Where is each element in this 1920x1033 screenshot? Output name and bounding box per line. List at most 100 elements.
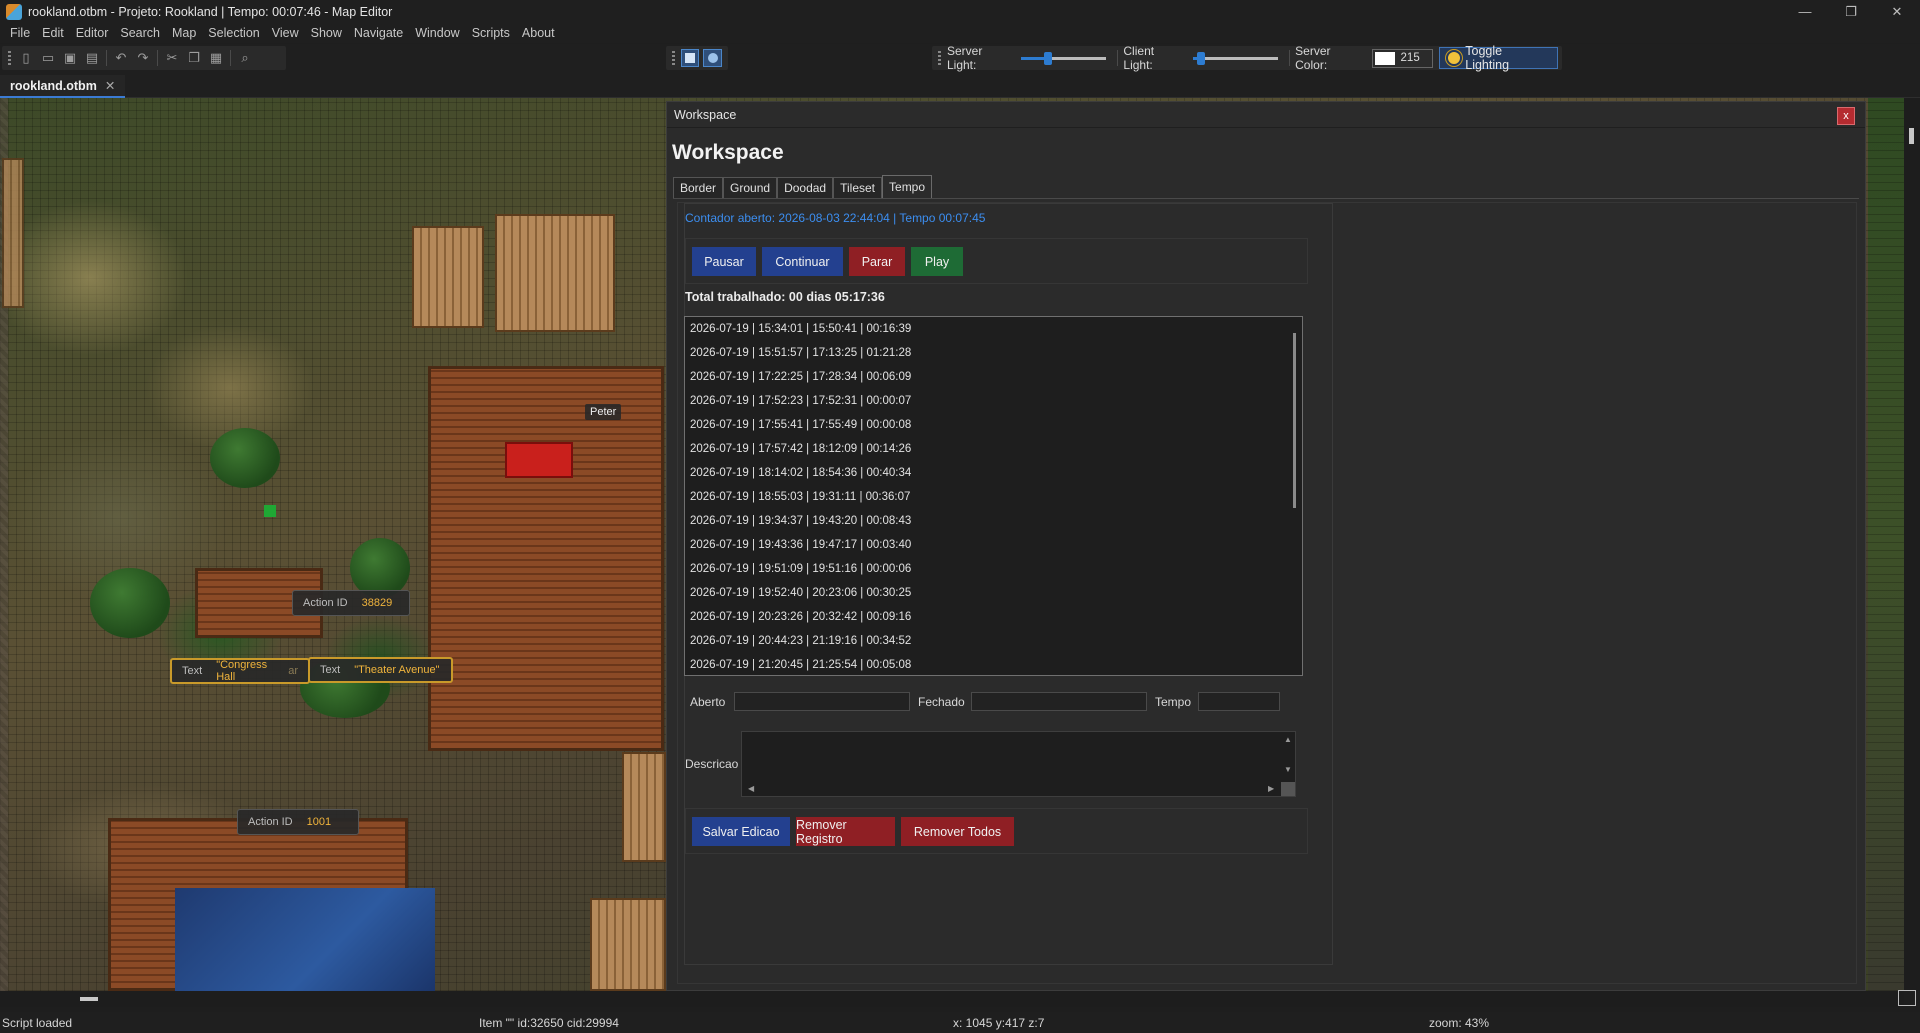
menu-about[interactable]: About — [516, 26, 561, 40]
toolbar-grip[interactable] — [8, 51, 11, 65]
action-id-tag[interactable]: Action ID 38829 — [292, 590, 410, 616]
tab-tempo[interactable]: Tempo — [882, 175, 933, 198]
menu-scripts[interactable]: Scripts — [466, 26, 516, 40]
status-coordinates: x: 1045 y:417 z:7 — [953, 1016, 1045, 1030]
time-input[interactable] — [1198, 692, 1280, 711]
tag-value: 38829 — [361, 597, 393, 609]
list-item[interactable]: 2026-07-19 | 20:23:26 | 20:32:42 | 00:09… — [685, 605, 1302, 629]
time-records-list[interactable]: 2026-07-19 | 15:34:01 | 15:50:41 | 00:16… — [684, 316, 1303, 676]
redo-icon[interactable]: ↷ — [132, 48, 154, 68]
search-icon[interactable]: ⌕ — [234, 48, 256, 68]
tag-key: Text — [320, 664, 341, 676]
tag-value: "Theater Avenue" — [354, 664, 440, 676]
workspace-close-button[interactable]: x — [1837, 107, 1855, 125]
doc-tab-label: rookland.otbm — [10, 78, 97, 93]
list-item[interactable]: 2026-07-19 | 19:52:40 | 20:23:06 | 00:30… — [685, 581, 1302, 605]
menu-map[interactable]: Map — [166, 26, 202, 40]
server-light-slider[interactable] — [1020, 49, 1107, 67]
tab-rookland[interactable]: rookland.otbm ✕ — [0, 75, 126, 98]
play-button[interactable]: Play — [911, 247, 963, 276]
lightbulb-icon — [1448, 52, 1461, 64]
scroll-up-icon[interactable]: ▲ — [1284, 735, 1292, 744]
toolbar-grip[interactable] — [672, 51, 675, 65]
list-item[interactable]: 2026-07-19 | 17:22:25 | 17:28:34 | 00:06… — [685, 365, 1302, 389]
menu-window[interactable]: Window — [409, 26, 465, 40]
menu-file[interactable]: File — [4, 26, 36, 40]
minimize-button[interactable]: — — [1782, 0, 1828, 23]
closed-input[interactable] — [971, 692, 1147, 711]
menu-editor[interactable]: Editor — [70, 26, 115, 40]
app-logo-icon — [6, 3, 22, 20]
paste-icon[interactable]: ▦ — [205, 48, 227, 68]
stop-button[interactable]: Parar — [849, 247, 905, 276]
list-item[interactable]: 2026-07-19 | 17:52:23 | 17:52:31 | 00:00… — [685, 389, 1302, 413]
copy-icon[interactable]: ❐ — [183, 48, 205, 68]
client-light-label: Client Light: — [1123, 44, 1155, 72]
npc-label: Peter — [585, 404, 622, 420]
text-tag[interactable]: Text "Theater Avenue" — [308, 657, 453, 683]
save-as-icon[interactable]: ▤ — [81, 48, 103, 68]
close-window-button[interactable]: ✕ — [1874, 0, 1920, 23]
cut-icon[interactable]: ✂ — [161, 48, 183, 68]
client-light-slider[interactable] — [1192, 49, 1279, 67]
description-textarea[interactable]: ▲ ▼ ◀ ▶ — [741, 731, 1296, 797]
scroll-right-icon[interactable]: ▶ — [1268, 784, 1274, 793]
lighting-toolbar: Server Light: Client Light: Server Color… — [932, 44, 1562, 72]
maximize-button[interactable]: ❐ — [1828, 0, 1874, 23]
map-horizontal-scrollbar[interactable] — [0, 991, 1904, 1007]
server-light-label: Server Light: — [946, 44, 983, 72]
resume-button[interactable]: Continuar — [762, 247, 843, 276]
list-item[interactable]: 2026-07-19 | 15:51:57 | 17:13:25 | 01:21… — [685, 341, 1302, 365]
remove-all-button[interactable]: Remover Todos — [901, 817, 1014, 846]
action-id-tag[interactable]: Action ID 1001 — [237, 809, 359, 835]
pause-button[interactable]: Pausar — [692, 247, 756, 276]
menu-navigate[interactable]: Navigate — [348, 26, 409, 40]
list-item[interactable]: 2026-07-19 | 17:55:41 | 17:55:49 | 00:00… — [685, 413, 1302, 437]
view-round-icon[interactable] — [703, 49, 722, 67]
new-file-icon[interactable]: ▯ — [15, 48, 37, 68]
tag-key: Action ID — [303, 597, 348, 609]
map-building — [2, 158, 24, 308]
server-color-input[interactable]: 215 — [1371, 48, 1434, 68]
list-item[interactable]: 2026-07-19 | 18:14:02 | 18:54:36 | 00:40… — [685, 461, 1302, 485]
text-tag[interactable]: Text "Congress Hall ar — [170, 658, 310, 684]
list-item[interactable]: 2026-07-19 | 19:34:37 | 19:43:20 | 00:08… — [685, 509, 1302, 533]
tag-key: Text — [182, 665, 203, 677]
textarea-horizontal-scrollbar[interactable]: ◀ ▶ — [742, 782, 1283, 796]
list-scrollbar[interactable] — [1293, 333, 1296, 508]
tab-border[interactable]: Border — [673, 177, 724, 198]
toolbar-grip[interactable] — [938, 51, 941, 65]
menu-search[interactable]: Search — [114, 26, 166, 40]
workspace-heading: Workspace — [672, 141, 784, 164]
map-tree — [90, 568, 170, 638]
scroll-down-icon[interactable]: ▼ — [1284, 765, 1292, 774]
list-item[interactable]: 2026-07-19 | 19:43:36 | 19:47:17 | 00:03… — [685, 533, 1302, 557]
toggle-lighting-button[interactable]: Toggle Lighting — [1439, 44, 1558, 72]
save-edit-button[interactable]: Salvar Edicao — [692, 817, 790, 846]
undo-icon[interactable]: ↶ — [110, 48, 132, 68]
textarea-vertical-scrollbar[interactable]: ▲ ▼ — [1281, 732, 1295, 782]
scroll-left-icon[interactable]: ◀ — [748, 784, 754, 793]
list-item[interactable]: 2026-07-19 | 18:55:03 | 19:31:11 | 00:36… — [685, 485, 1302, 509]
workspace-titlebar[interactable]: Workspace — [667, 102, 1865, 128]
save-icon[interactable]: ▣ — [59, 48, 81, 68]
list-item[interactable]: 2026-07-19 | 19:51:09 | 19:51:16 | 00:00… — [685, 557, 1302, 581]
list-item[interactable]: 2026-07-19 | 21:20:45 | 21:25:54 | 00:05… — [685, 653, 1302, 675]
tab-tileset[interactable]: Tileset — [833, 177, 883, 198]
close-tab-icon[interactable]: ✕ — [105, 78, 115, 93]
map-vertical-scrollbar[interactable] — [1904, 98, 1920, 991]
menu-edit[interactable]: Edit — [36, 26, 70, 40]
list-item[interactable]: 2026-07-19 | 15:34:01 | 15:50:41 | 00:16… — [685, 317, 1302, 341]
opened-input[interactable] — [734, 692, 910, 711]
menu-selection[interactable]: Selection — [202, 26, 265, 40]
list-item[interactable]: 2026-07-19 | 17:57:42 | 18:12:09 | 00:14… — [685, 437, 1302, 461]
list-item[interactable]: 2026-07-19 | 20:44:23 | 21:19:16 | 00:34… — [685, 629, 1302, 653]
tab-doodad[interactable]: Doodad — [777, 177, 834, 198]
open-folder-icon[interactable]: ▭ — [37, 48, 59, 68]
remove-record-button[interactable]: Remover Registro — [796, 817, 895, 846]
menu-show[interactable]: Show — [305, 26, 348, 40]
view-square-icon[interactable] — [680, 49, 700, 67]
tab-ground[interactable]: Ground — [723, 177, 778, 198]
menu-view[interactable]: View — [266, 26, 305, 40]
description-label: Descricao — [685, 757, 739, 771]
